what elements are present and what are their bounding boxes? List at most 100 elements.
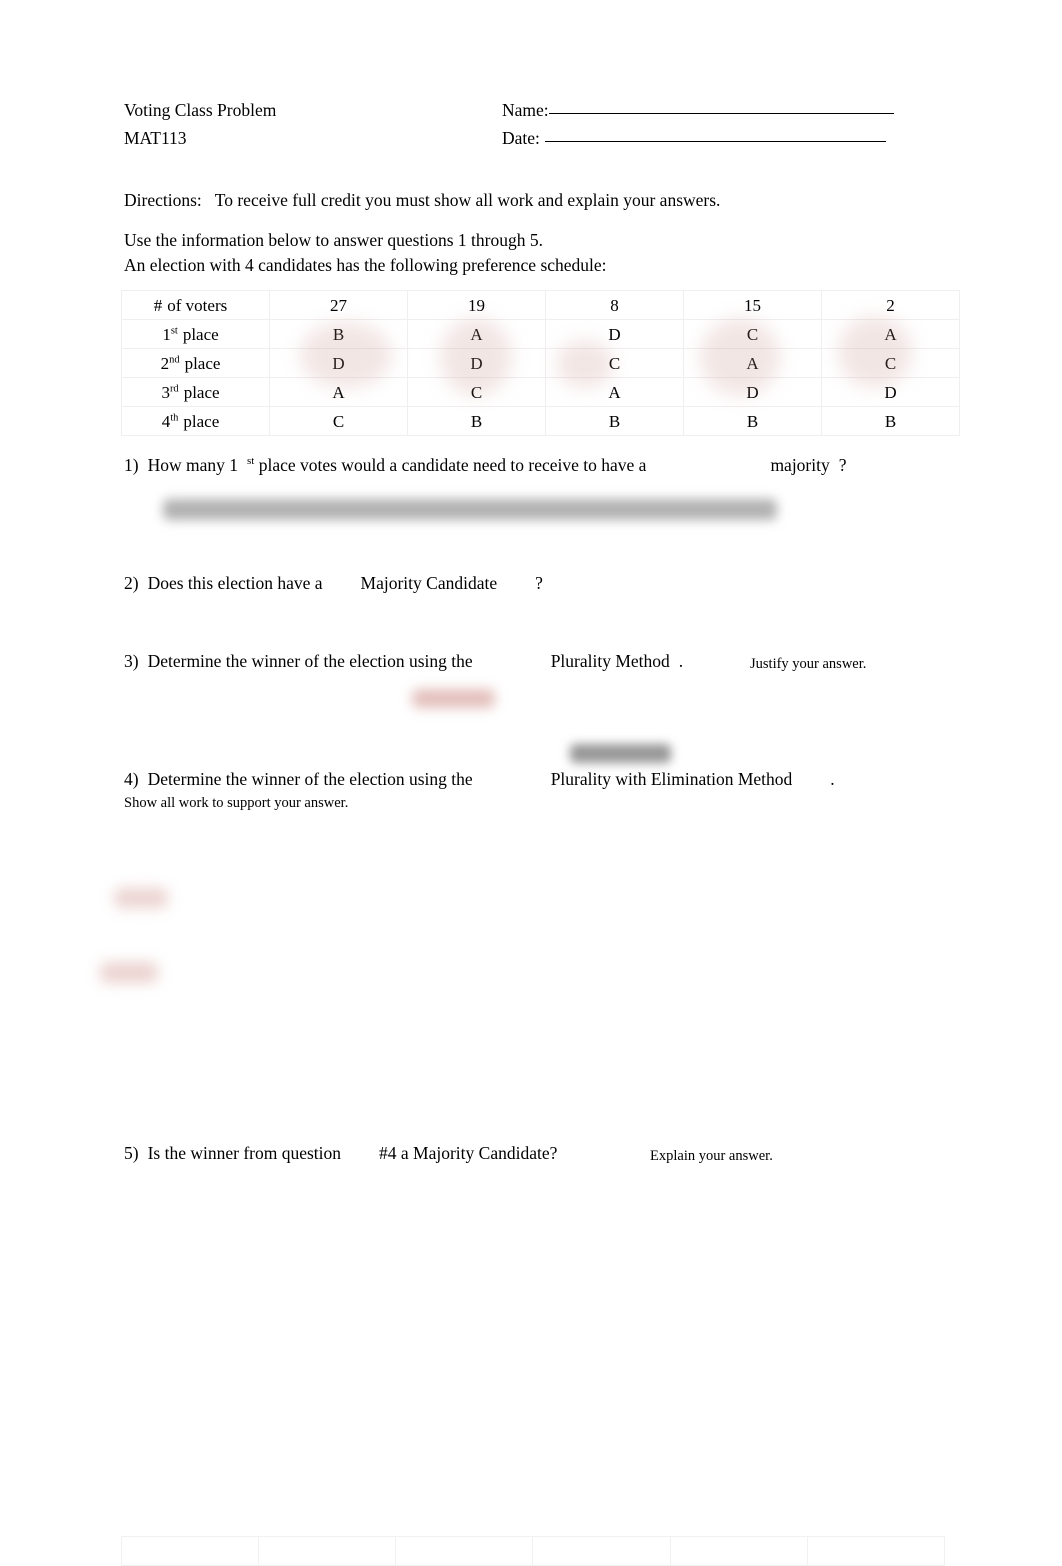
cell-r1-c2: D (545, 319, 684, 349)
question-3-text-a: Determine the winner of the election usi… (147, 651, 473, 671)
cell-r4-c2: B (545, 406, 684, 436)
bottom-cell-2 (395, 1536, 534, 1566)
cell-r3-c3: D (683, 377, 822, 407)
question-1-redacted-answer (163, 499, 777, 520)
intro-line-2: An election with 4 candidates has the fo… (124, 255, 607, 276)
question-4-number: 4) (124, 769, 139, 789)
bottom-partial-table (120, 1536, 946, 1566)
row-header-4th-sup: th (170, 411, 179, 423)
row-header-3rd-sup: rd (169, 382, 179, 394)
question-2-text-c: ? (535, 573, 543, 593)
question-1-text-b: place votes would a candidate need to re… (258, 455, 647, 475)
question-3-emphasis: Plurality Method (550, 651, 670, 671)
worksheet-page: Voting Class Problem MAT113 Name: Date: … (0, 0, 1062, 1566)
cell-r4-c4: B (821, 406, 960, 436)
question-1-text-a: How many 1 (147, 455, 238, 475)
row-header-2nd-word: place (184, 353, 221, 373)
intro-line-1-text: Use the information below to answer ques… (124, 230, 543, 250)
question-1-superscript: st (246, 455, 255, 468)
cell-r2-c4: C (821, 348, 960, 378)
row-header-voters-num: # (153, 295, 163, 315)
preference-schedule-table: # of voters 27 19 8 15 2 1st place B A D C… (121, 290, 960, 436)
question-1-text-c: ? (838, 455, 847, 475)
page-title: Voting Class Problem (124, 99, 276, 121)
table-row-3rd-place: 3rd place A C A D D (121, 377, 960, 407)
question-1-number: 1) (124, 455, 139, 475)
bottom-cell-0 (120, 1536, 260, 1566)
row-header-voters-word: of voters (167, 295, 228, 315)
bottom-partial-table-row (120, 1536, 946, 1566)
intro-line-1: Use the information below to answer ques… (124, 230, 543, 251)
row-header-voters: # of voters (121, 290, 270, 320)
cell-r2-c1: D (407, 348, 546, 378)
margin-annotation-2 (100, 962, 158, 983)
question-3-annotation (412, 689, 495, 708)
cell-r3-c1: C (407, 377, 546, 407)
row-header-1st-word: place (182, 324, 219, 344)
name-input-line[interactable] (548, 113, 894, 114)
question-2-number: 2) (124, 573, 139, 593)
cell-r4-c0: C (269, 406, 408, 436)
name-label: Name: (502, 100, 549, 120)
row-header-3rd-num: 3 (161, 382, 170, 402)
question-3-note: Justify your answer. (750, 656, 866, 673)
question-5-emphasis: #4 a Majority Candidate? (379, 1143, 558, 1163)
name-field-row: Name: (502, 99, 894, 121)
cell-voters-0: 27 (269, 290, 408, 320)
bottom-cell-5 (806, 1536, 946, 1566)
bottom-cell-3 (532, 1536, 671, 1566)
table-row-4th-place: 4th place C B B B B (121, 406, 960, 436)
cell-r2-c0: D (269, 348, 408, 378)
question-5-number: 5) (124, 1143, 139, 1163)
cell-r4-c3: B (683, 406, 822, 436)
table-row-2nd-place: 2nd place D D C A C (121, 348, 960, 378)
row-header-3rd-word: place (183, 382, 220, 402)
row-header-2nd-num: 2 (160, 353, 170, 373)
row-header-1st-num: 1 (162, 324, 171, 344)
row-header-3rd-place: 3rd place (121, 377, 270, 407)
bottom-cell-1 (258, 1536, 397, 1566)
question-4-annotation (570, 744, 671, 763)
course-code-text: MAT113 (124, 128, 187, 148)
directions-label: Directions: (124, 190, 202, 210)
question-1-emphasis: majority (770, 455, 830, 475)
question-4: 4) Determine the winner of the election u… (124, 769, 835, 790)
question-3: 3) Determine the winner of the election u… (124, 651, 683, 672)
row-header-2nd-place: 2nd place (121, 348, 270, 378)
cell-r1-c1: A (407, 319, 546, 349)
cell-r3-c2: A (545, 377, 684, 407)
question-3-number: 3) (124, 651, 139, 671)
cell-r1-c0: B (269, 319, 408, 349)
page-title-text: Voting Class Problem (124, 100, 277, 120)
row-header-1st-sup: st (170, 324, 178, 336)
question-5-text-a: Is the winner from question (147, 1143, 342, 1163)
question-5-note-text: Explain your answer. (650, 1148, 773, 1164)
row-header-2nd-sup: nd (169, 353, 180, 365)
row-header-4th-place: 4th place (121, 406, 270, 436)
bottom-cell-4 (669, 1536, 808, 1566)
question-3-text-c: . (678, 651, 684, 671)
date-input-line[interactable] (544, 141, 886, 142)
cell-voters-3: 15 (683, 290, 822, 320)
cell-r2-c2: C (545, 348, 684, 378)
margin-annotation-1 (114, 888, 168, 908)
row-header-1st-place: 1st place (121, 319, 270, 349)
question-1: 1) How many 1 st place votes would a candi… (124, 455, 847, 476)
cell-r1-c4: A (821, 319, 960, 349)
question-2-emphasis: Majority Candidate (360, 573, 498, 593)
directions-line: Directions: To receive full credit you mu… (124, 190, 720, 211)
cell-voters-1: 19 (407, 290, 546, 320)
question-3-note-text: Justify your answer. (750, 656, 867, 672)
table-row-1st-place: 1st place B A D C A (121, 319, 960, 349)
cell-r1-c3: C (683, 319, 822, 349)
row-header-4th-word: place (183, 411, 220, 431)
course-code: MAT113 (124, 127, 187, 149)
cell-r3-c4: D (821, 377, 960, 407)
question-4-note: Show all work to support your answer. (124, 795, 348, 812)
bottom-partial-table-body (120, 1536, 946, 1566)
question-4-text-a: Determine the winner of the election usi… (147, 769, 473, 789)
date-label: Date: (502, 128, 540, 148)
cell-r4-c1: B (407, 406, 546, 436)
question-5: 5) Is the winner from question #4 a Majori… (124, 1143, 557, 1164)
directions-text: To receive full credit you must show all… (214, 190, 721, 210)
